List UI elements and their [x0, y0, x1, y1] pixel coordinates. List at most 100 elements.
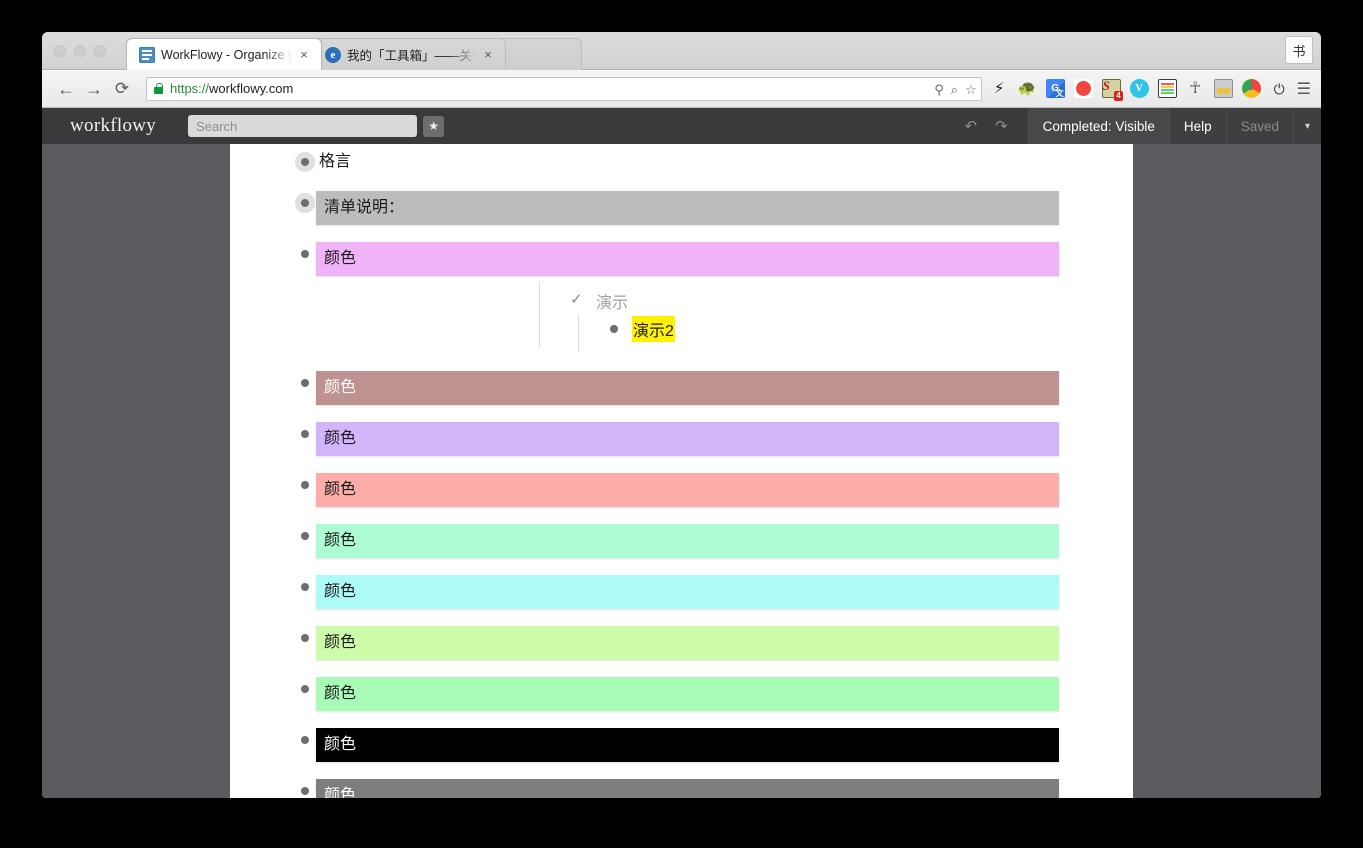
bullet-icon[interactable] [301, 532, 309, 540]
color-bar[interactable]: 颜色 [316, 677, 1059, 711]
tab-title: 我的「工具箱」——关于工具 [347, 49, 477, 63]
list-item[interactable]: 颜色 [230, 242, 1133, 276]
search-input[interactable] [188, 115, 418, 137]
undo-icon[interactable]: ↶ [964, 117, 977, 135]
bullet-icon[interactable] [301, 583, 309, 591]
tab-workflowy[interactable]: WorkFlowy - Organize your × [126, 38, 322, 70]
completed-visibility-button[interactable]: Completed: Visible [1027, 108, 1169, 144]
help-button[interactable]: Help [1168, 108, 1226, 144]
list-item[interactable]: 颜色 [230, 728, 1133, 762]
bullet-icon[interactable] [301, 379, 309, 387]
color-stripes-icon[interactable] [1157, 79, 1177, 98]
bullet-icon[interactable] [294, 150, 316, 174]
notification-badge: 4 [1114, 91, 1123, 101]
bullet-icon[interactable] [294, 371, 316, 395]
list-item[interactable]: 颜色 [230, 371, 1133, 405]
list-item[interactable]: 格言 [230, 150, 1133, 174]
window-traffic-lights [54, 45, 106, 57]
bullet-icon[interactable] [610, 325, 618, 333]
bullet-icon[interactable] [294, 473, 316, 497]
color-bar[interactable]: 颜色 [316, 422, 1059, 456]
vysor-icon[interactable]: V [1129, 79, 1149, 98]
bullet-icon[interactable] [301, 685, 309, 693]
color-bar[interactable]: 颜色 [316, 779, 1059, 798]
power-icon[interactable]: ⏻ [1270, 79, 1289, 98]
back-icon[interactable]: ← [52, 80, 80, 98]
list-item[interactable]: 颜色 [230, 422, 1133, 456]
bullet-icon[interactable] [301, 736, 309, 744]
list-item[interactable]: 演示2 [338, 316, 1133, 342]
color-bar[interactable]: 颜色 [316, 728, 1059, 762]
red-circle-icon[interactable] [1073, 79, 1093, 98]
undo-redo-group: ↶ ↷ [944, 108, 1027, 144]
chrome-download-icon[interactable] [1241, 79, 1261, 98]
bullet-icon[interactable] [294, 422, 316, 446]
extension-toolbar: ⚡ 🐢 G S 4 V ☥ ⏻ [990, 79, 1297, 101]
list-item[interactable]: 颜色 [230, 779, 1133, 798]
list-item[interactable]: 颜色 [230, 473, 1133, 507]
color-bar[interactable]: 颜色 [316, 626, 1059, 660]
bullet-icon[interactable] [301, 634, 309, 642]
new-tab-button[interactable] [498, 38, 582, 70]
close-window-button[interactable] [54, 45, 66, 57]
star-icon[interactable]: ★ [423, 115, 445, 137]
bullet-icon[interactable] [294, 191, 316, 215]
list-item-completed[interactable]: ✓ 演示 [338, 288, 1133, 314]
url-host: workflowy.com [209, 81, 294, 96]
omnibox-icons: ⚲ ⌕ ☆ [934, 80, 976, 100]
evernote-icon[interactable]: 🐢 [1018, 79, 1037, 98]
address-bar[interactable]: https:// workflowy.com ⚲ ⌕ ☆ [146, 76, 982, 101]
bullet-icon[interactable] [301, 787, 309, 795]
bullet-icon[interactable] [294, 575, 316, 599]
color-bar[interactable]: 颜色 [316, 575, 1059, 609]
list-item[interactable]: 颜色 [230, 575, 1133, 609]
maximize-window-button[interactable] [94, 45, 106, 57]
list-item[interactable]: 颜色 [230, 677, 1133, 711]
bookmark-sidebar-button[interactable]: 书 [1285, 36, 1313, 64]
minimize-window-button[interactable] [74, 45, 86, 57]
workflowy-logo[interactable]: workflowy [70, 115, 156, 137]
bullet-icon[interactable] [301, 430, 309, 438]
reload-icon[interactable]: ⟳ [108, 80, 136, 97]
color-bar[interactable]: 颜色 [316, 371, 1059, 405]
item-text: 颜色 [324, 634, 357, 651]
color-bar[interactable]: 清单说明： [316, 191, 1059, 225]
color-bar[interactable]: 颜色 [316, 242, 1059, 276]
bullet-icon[interactable] [294, 242, 316, 266]
tab-toolbox[interactable]: e 我的「工具箱」——关于工具 × [312, 38, 506, 70]
list-item[interactable]: 清单说明： [230, 191, 1133, 225]
bullet-icon[interactable] [294, 626, 316, 650]
forward-icon[interactable]: → [80, 80, 108, 98]
bullet-icon[interactable] [301, 481, 309, 489]
check-icon[interactable]: ✓ [570, 291, 583, 309]
bullet-collapsed-icon[interactable] [301, 158, 309, 166]
google-translate-icon[interactable]: G [1045, 79, 1065, 98]
item-text: 清单说明： [324, 199, 405, 216]
bullet-icon[interactable] [294, 779, 316, 798]
bullet-collapsed-icon[interactable] [301, 199, 309, 207]
lightning-icon[interactable]: ⚡ [990, 79, 1009, 98]
star-icon[interactable]: ☆ [965, 82, 977, 98]
bullet-icon[interactable] [294, 677, 316, 701]
close-icon[interactable]: × [481, 48, 495, 61]
account-menu-button[interactable]: ▾ [1292, 108, 1321, 144]
bullet-icon[interactable] [301, 250, 309, 258]
hamburger-menu-icon[interactable]: ☰ [1297, 79, 1321, 99]
redo-icon[interactable]: ↷ [995, 117, 1008, 135]
color-bar[interactable]: 颜色 [316, 473, 1059, 507]
shield-icon[interactable]: ☥ [1186, 79, 1205, 98]
url-scheme: https:// [170, 81, 210, 96]
bullet-icon[interactable] [294, 524, 316, 548]
lock-icon [153, 82, 164, 95]
list-item[interactable]: 颜色 [230, 626, 1133, 660]
close-icon[interactable]: × [297, 48, 311, 61]
sogou-icon[interactable]: S 4 [1101, 79, 1123, 101]
item-text: 演示 [596, 295, 629, 312]
list-item[interactable]: 颜色 [230, 524, 1133, 558]
key-icon[interactable]: ⚲ [934, 82, 944, 98]
zoom-icon[interactable]: ⌕ [951, 82, 958, 98]
screenshot-icon[interactable] [1213, 79, 1233, 98]
color-bar[interactable]: 颜色 [316, 524, 1059, 558]
tab-strip: WorkFlowy - Organize your × e 我的「工具箱」——关… [42, 32, 1321, 70]
bullet-icon[interactable] [294, 728, 316, 752]
